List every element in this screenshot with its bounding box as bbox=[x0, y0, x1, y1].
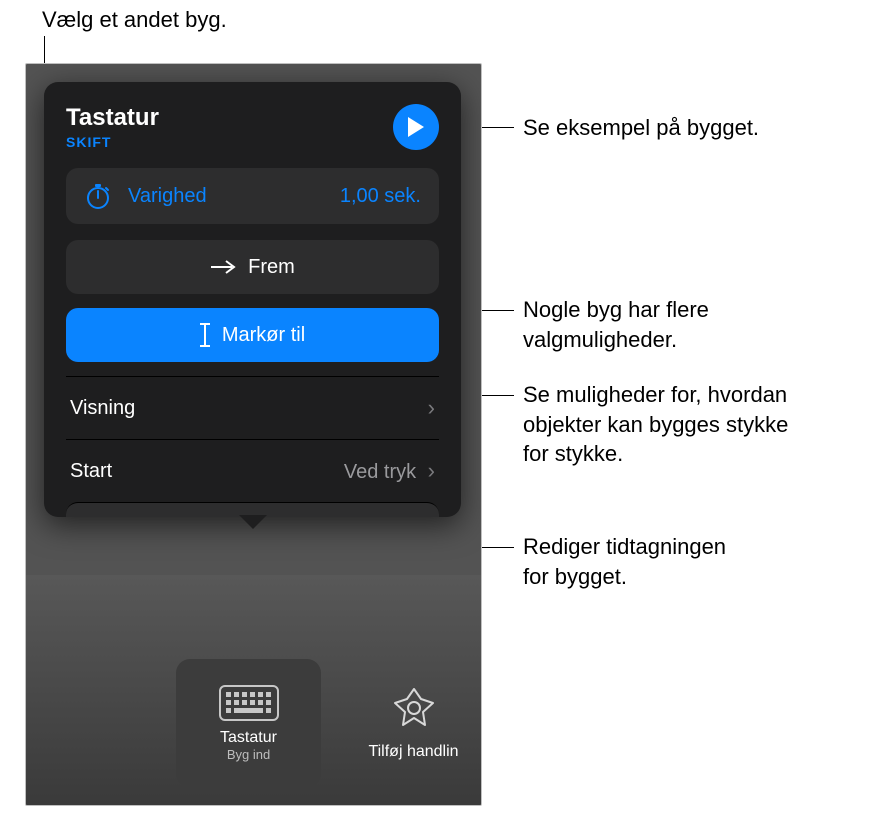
chevron-right-icon: › bbox=[428, 458, 435, 483]
tile-label: Tastatur bbox=[220, 729, 277, 747]
popover-title: Tastatur bbox=[66, 104, 159, 132]
delivery-label: Visning bbox=[70, 397, 135, 420]
text-cursor-icon bbox=[200, 323, 212, 347]
play-icon bbox=[406, 116, 426, 138]
start-label: Start bbox=[70, 460, 112, 483]
start-row[interactable]: Start Ved tryk › bbox=[66, 439, 439, 502]
popover-arrow bbox=[239, 515, 267, 529]
duration-label: Varighed bbox=[128, 185, 340, 208]
screenshot-region: Tastatur SKIFT Varighed 1,00 sek. bbox=[25, 63, 482, 806]
tile-tastatur[interactable]: Tastatur Byg ind bbox=[176, 659, 321, 787]
preview-play-button[interactable] bbox=[393, 104, 439, 150]
add-action-icon bbox=[391, 685, 437, 731]
direction-label: Frem bbox=[248, 256, 295, 279]
duration-value: 1,00 sek. bbox=[340, 185, 421, 208]
duration-row[interactable]: Varighed 1,00 sek. bbox=[66, 168, 439, 224]
build-tiles: Tastatur Byg ind Tilføj handlin bbox=[176, 659, 482, 787]
change-build-button[interactable]: SKIFT bbox=[66, 134, 159, 150]
callout-change: Vælg et andet byg. bbox=[42, 5, 227, 35]
direction-button[interactable]: Frem bbox=[66, 240, 439, 294]
callout-timing: Rediger tidtagningenfor bygget. bbox=[523, 532, 726, 591]
tile-label: Tilføj handlin bbox=[368, 743, 458, 761]
tile-sub: Byg ind bbox=[227, 747, 270, 762]
delivery-row[interactable]: Visning › bbox=[66, 376, 439, 439]
arrow-right-icon bbox=[210, 259, 236, 275]
build-popover: Tastatur SKIFT Varighed 1,00 sek. bbox=[44, 82, 461, 517]
callout-preview: Se eksempel på bygget. bbox=[523, 113, 759, 143]
chevron-right-icon: › bbox=[428, 395, 435, 421]
cursor-mode-label: Markør til bbox=[222, 324, 305, 347]
callout-variants-line1: Nogle byg har flerevalgmuligheder. bbox=[523, 295, 709, 354]
cursor-mode-button[interactable]: Markør til bbox=[66, 308, 439, 362]
timer-icon bbox=[84, 182, 112, 210]
tile-add-action[interactable]: Tilføj handlin bbox=[341, 659, 482, 787]
keyboard-icon bbox=[219, 685, 279, 721]
callout-cursor: Se muligheder for, hvordanobjekter kan b… bbox=[523, 380, 788, 469]
start-value: Ved tryk bbox=[344, 461, 416, 483]
